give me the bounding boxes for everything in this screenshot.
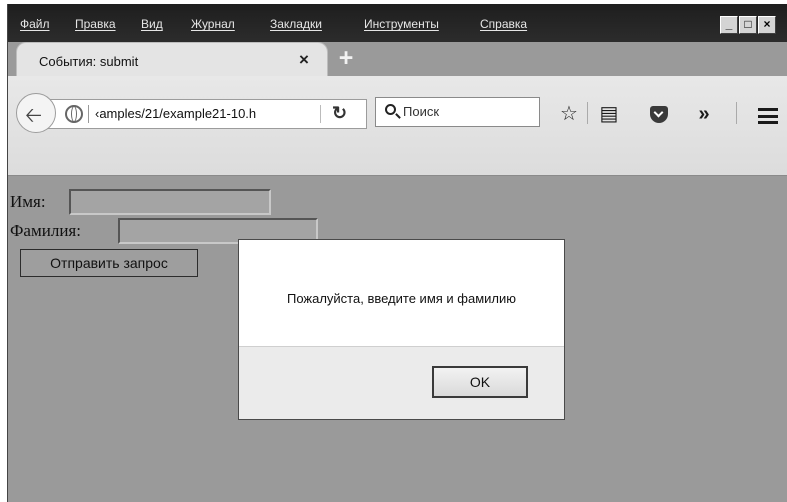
name-label: Имя: [10, 192, 46, 211]
hamburger-menu-icon[interactable] [758, 108, 778, 124]
search-icon [385, 104, 396, 115]
new-tab-button[interactable]: + [334, 46, 358, 71]
menu-bar: Файл Правка Вид Журнал Закладки Инструме… [8, 4, 787, 42]
pocket-icon[interactable] [650, 106, 668, 123]
navigation-toolbar: ‹amples/21/example21-10.h ↻ 🡠 Поиск ☆ ▤ … [8, 76, 787, 176]
menu-help[interactable]: Справка [480, 17, 527, 31]
tab-title: События: submit [39, 54, 139, 69]
menu-bookmarks[interactable]: Закладки [270, 17, 322, 31]
submit-button[interactable]: Отправить запрос [20, 249, 198, 277]
alert-dialog: Пожалуйста, введите имя и фамилию OK [238, 239, 565, 420]
back-button[interactable]: 🡠 [16, 93, 56, 133]
tab-active[interactable]: События: submit × [16, 42, 328, 77]
reload-icon[interactable]: ↻ [332, 103, 347, 124]
close-window-button[interactable]: × [758, 16, 776, 34]
surname-label: Фамилия: [10, 221, 81, 240]
page-content: Имя: Фамилия: Отправить запрос Пожалуйст… [8, 177, 787, 502]
dialog-footer: OK [239, 346, 564, 419]
bookmarks-icon[interactable]: ▤ [596, 101, 622, 127]
search-placeholder: Поиск [403, 104, 440, 119]
dialog-message: Пожалуйста, введите имя и фамилию [286, 291, 517, 306]
back-arrow-icon: 🡠 [25, 104, 43, 127]
search-input[interactable]: Поиск [375, 97, 540, 127]
browser-window: Файл Правка Вид Журнал Закладки Инструме… [7, 4, 787, 502]
menu-file[interactable]: Файл [20, 17, 50, 31]
globe-icon [65, 105, 83, 123]
menu-view[interactable]: Вид [141, 17, 163, 31]
minimize-button[interactable]: _ [720, 16, 738, 34]
url-text[interactable]: ‹amples/21/example21-10.h [95, 106, 312, 121]
ok-button[interactable]: OK [432, 366, 528, 398]
url-bar[interactable]: ‹amples/21/example21-10.h ↻ [36, 99, 367, 129]
menu-edit[interactable]: Правка [75, 17, 116, 31]
overflow-icon[interactable]: » [691, 101, 717, 127]
name-field[interactable] [69, 189, 271, 215]
maximize-button[interactable]: □ [739, 16, 757, 34]
star-icon[interactable]: ☆ [556, 101, 582, 127]
menu-tools[interactable]: Инструменты [364, 17, 439, 31]
tab-close-icon[interactable]: × [299, 50, 309, 70]
menu-history[interactable]: Журнал [191, 17, 235, 31]
